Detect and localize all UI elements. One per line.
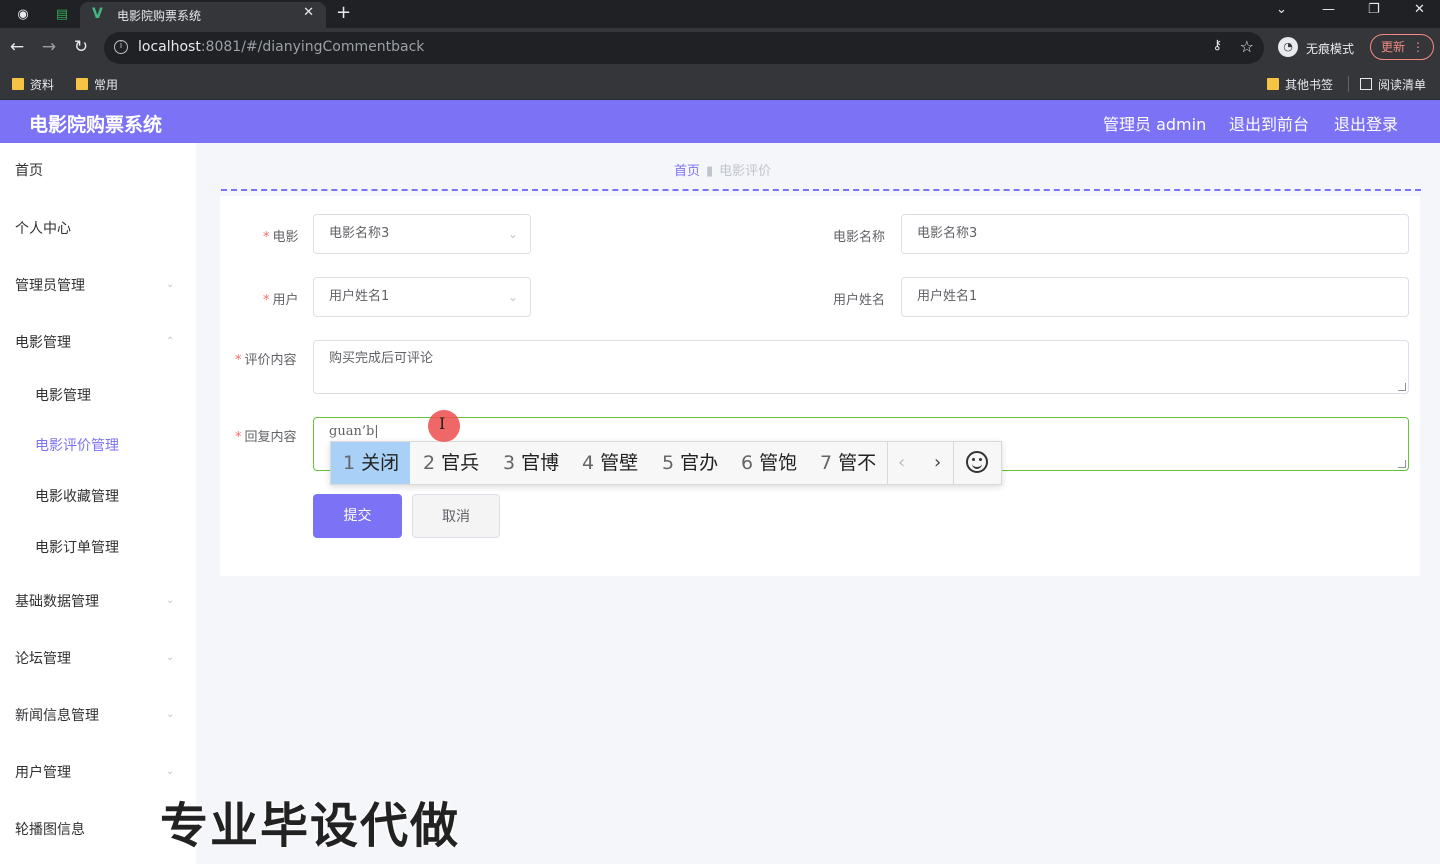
chevron-down-icon: ⌄ — [507, 227, 518, 241]
ime-emoji-icon[interactable] — [966, 451, 988, 473]
browser-tab[interactable]: V 电影院购票系统 ✕ — [80, 2, 326, 28]
close-window-button[interactable]: ✕ — [1414, 2, 1425, 17]
ime-candidate[interactable]: 5 官办 — [650, 442, 729, 484]
resize-handle-icon[interactable] — [1398, 460, 1406, 468]
ime-candidate[interactable]: 2 官兵 — [411, 442, 490, 484]
more-icon: ⋮ — [1412, 40, 1424, 54]
watermark-text: 专业毕设代做 — [160, 798, 461, 854]
tab-title: 电影院购票系统 — [117, 9, 202, 23]
sidebar-item-forum[interactable]: 论坛管理 — [15, 648, 71, 668]
minimize-button[interactable]: — — [1322, 2, 1335, 17]
new-tab-button[interactable]: + — [336, 2, 351, 23]
movie-name-label: 电影名称 — [833, 230, 886, 245]
update-button[interactable]: 更新 ⋮ — [1370, 34, 1434, 60]
tab-close-icon[interactable]: ✕ — [303, 5, 314, 20]
reload-icon[interactable]: ↻ — [70, 36, 92, 58]
folder-icon — [12, 78, 24, 90]
ime-divider — [953, 442, 954, 484]
chevron-up-icon: ⌃ — [166, 336, 175, 347]
url-text: localhost:8081/#/dianyingCommentback — [138, 39, 425, 55]
logout-link[interactable]: 退出登录 — [1334, 111, 1398, 135]
chevron-down-icon: ⌄ — [166, 279, 175, 290]
ime-candidate[interactable]: 3 官博 — [491, 442, 570, 484]
sidebar-item-movie-management[interactable]: 电影管理 — [15, 332, 71, 352]
back-to-frontend-link[interactable]: 退出到前台 — [1229, 111, 1309, 135]
sidebar-item-users[interactable]: 用户管理 — [15, 762, 71, 782]
user-name-label: 用户姓名 — [833, 293, 886, 308]
breadcrumb-separator-icon: ▮ — [706, 164, 714, 179]
breadcrumb-current: 电影评价 — [719, 164, 772, 179]
text-cursor-icon: I — [439, 414, 446, 433]
sidebar-subitem-movie-comments[interactable]: 电影评价管理 — [35, 435, 119, 455]
resize-handle-icon[interactable] — [1398, 383, 1406, 391]
app-title: 电影院购票系统 — [29, 114, 163, 136]
cancel-button[interactable]: 取消 — [412, 494, 500, 538]
chevron-down-icon: ⌄ — [166, 652, 175, 663]
app-header: 电影院购票系统 管理员 admin 退出到前台 退出登录 — [0, 100, 1440, 143]
ime-divider — [887, 442, 888, 484]
chevron-down-icon: ⌄ — [166, 709, 175, 720]
bookmark-star-icon[interactable]: ☆ — [1240, 37, 1254, 56]
submit-button[interactable]: 提交 — [313, 494, 402, 538]
address-bar[interactable]: i localhost:8081/#/dianyingCommentback ⚷… — [104, 32, 1264, 64]
tab-group-icon[interactable]: ▤ — [52, 4, 72, 24]
reply-label: * 回复内容 — [235, 430, 297, 445]
movie-select[interactable]: 电影名称3 ⌄ — [313, 214, 531, 254]
user-label: * 用户 — [263, 293, 299, 308]
tab-search-icon[interactable]: ⌄ — [1276, 2, 1287, 17]
admin-user-label: 管理员 admin — [1103, 115, 1207, 134]
reading-list[interactable]: 阅读清单 — [1360, 75, 1426, 93]
vue-favicon-icon: V — [92, 6, 103, 22]
comment-label: * 评价内容 — [235, 353, 297, 368]
incognito-label: 无痕模式 — [1306, 42, 1355, 56]
bookmark-folder[interactable]: 常用 — [76, 75, 118, 93]
forward-arrow-icon[interactable]: → — [38, 36, 60, 58]
sidebar-item-admin-management[interactable]: 管理员管理 — [15, 275, 85, 295]
bookmark-folder[interactable]: 资料 — [12, 75, 54, 93]
ime-candidate[interactable]: 1 关闭 — [331, 442, 410, 484]
ime-candidate-bar: 1 关闭 2 官兵 3 官博 4 管壁 5 官办 6 管饱 7 管不 ‹ › — [330, 441, 1002, 485]
folder-icon — [1267, 78, 1279, 90]
user-select[interactable]: 用户姓名1 ⌄ — [313, 277, 531, 317]
chevron-down-icon: ⌄ — [166, 595, 175, 606]
sidebar-item-news[interactable]: 新闻信息管理 — [15, 705, 99, 725]
site-info-icon[interactable]: i — [114, 40, 128, 54]
ime-prev-page-icon[interactable]: ‹ — [898, 442, 905, 484]
sidebar-item-carousel[interactable]: 轮播图信息 — [15, 819, 85, 839]
movie-label: * 电影 — [263, 230, 299, 245]
restore-button[interactable]: ❐ — [1368, 2, 1380, 17]
movie-name-field[interactable]: 电影名称3 — [901, 214, 1409, 254]
breadcrumb-divider — [221, 189, 1421, 191]
sidebar-item-base-data[interactable]: 基础数据管理 — [15, 591, 99, 611]
comment-textarea[interactable]: 购买完成后可评论 — [313, 340, 1409, 394]
reply-typed-text: guan’b| — [329, 424, 379, 439]
chevron-down-icon: ⌄ — [166, 766, 175, 777]
user-name-field[interactable]: 用户姓名1 — [901, 277, 1409, 317]
chevron-down-icon: ⌄ — [507, 290, 518, 304]
ime-candidate[interactable]: 4 管壁 — [570, 442, 649, 484]
back-arrow-icon[interactable]: ← — [6, 36, 28, 58]
ime-next-page-icon[interactable]: › — [934, 442, 941, 484]
sidebar-subitem-movie-favorites[interactable]: 电影收藏管理 — [35, 486, 119, 506]
sidebar-subitem-movie-orders[interactable]: 电影订单管理 — [35, 537, 119, 557]
sidebar: 首页 个人中心 管理员管理 ⌄ 电影管理 ⌃ 电影管理 电影评价管理 电影收藏管… — [0, 143, 196, 864]
incognito-icon[interactable]: ◔ — [1278, 37, 1298, 57]
ime-candidate[interactable]: 6 管饱 — [729, 442, 808, 484]
bookmark-divider — [1348, 76, 1349, 92]
browser-toolbar: ← → ↻ i localhost:8081/#/dianyingComment… — [0, 28, 1440, 68]
reading-list-icon — [1360, 78, 1372, 90]
ime-candidate[interactable]: 7 管不 — [808, 442, 887, 484]
folder-icon — [76, 78, 88, 90]
sidebar-item-profile[interactable]: 个人中心 — [15, 218, 71, 238]
other-bookmarks[interactable]: 其他书签 — [1267, 75, 1333, 93]
breadcrumb-home[interactable]: 首页 — [674, 164, 700, 179]
breadcrumb: 首页 ▮ 电影评价 — [674, 160, 771, 179]
sidebar-item-home[interactable]: 首页 — [15, 160, 43, 180]
bookmarks-bar: 资料 常用 其他书签 阅读清单 — [0, 68, 1440, 100]
sidebar-subitem-movies[interactable]: 电影管理 — [35, 385, 91, 405]
password-key-icon[interactable]: ⚷ — [1212, 38, 1222, 53]
browser-tab-strip: ◉ ▤ V 电影院购票系统 ✕ + ⌄ — ❐ ✕ — [0, 0, 1440, 28]
browser-profile-icon[interactable]: ◉ — [13, 4, 33, 24]
